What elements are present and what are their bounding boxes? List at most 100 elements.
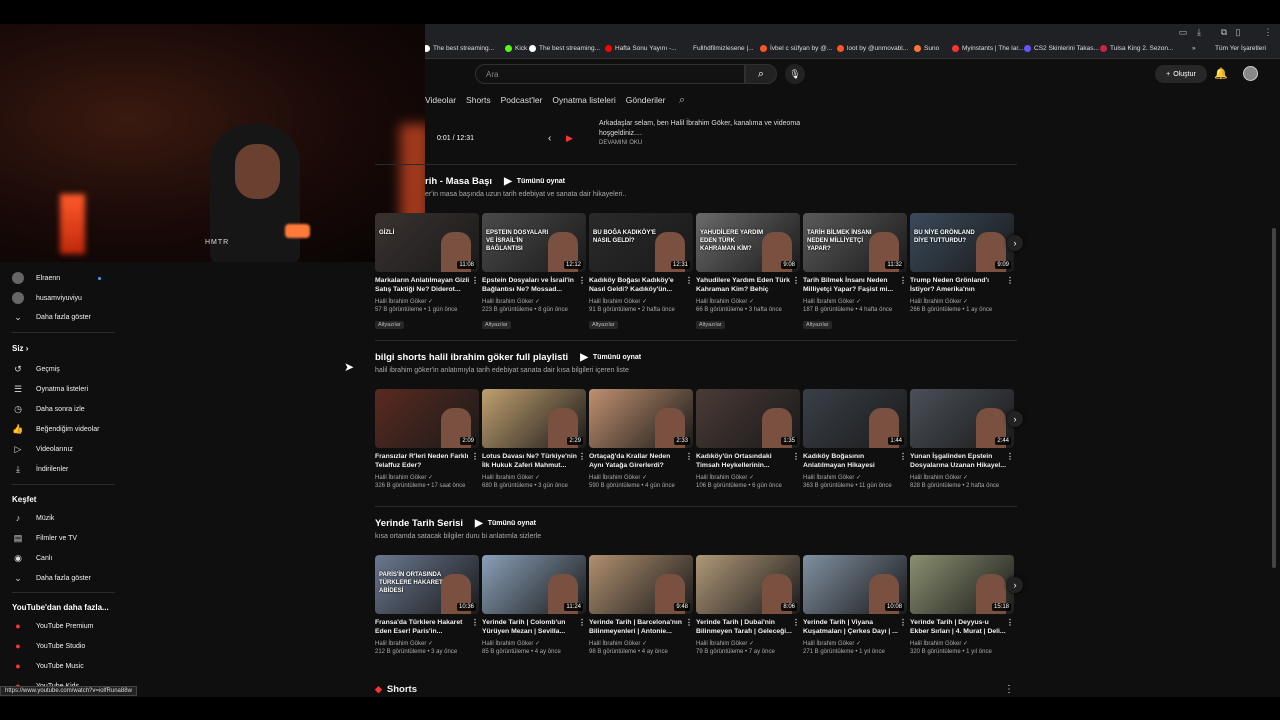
channel-name[interactable]: Halil İbrahim Göker ✓ <box>696 640 800 647</box>
more-options-icon[interactable]: ⋮ <box>792 276 800 285</box>
more-options-icon[interactable]: ⋮ <box>471 276 479 285</box>
more-options-icon[interactable]: ⋮ <box>1006 618 1014 627</box>
channel-name[interactable]: Halil İbrahim Göker ✓ <box>375 298 479 305</box>
more-options-icon[interactable]: ⋮ <box>471 452 479 461</box>
read-more-link[interactable]: DEVAMINI OKU <box>599 140 642 146</box>
video-title[interactable]: Yerinde Tarih | Dubai'nin Bilinmeyen Tar… <box>696 618 800 636</box>
channel-name[interactable]: Halil İbrahim Göker ✓ <box>803 474 907 481</box>
sidebar-item[interactable]: ▷ Videolarınız <box>12 444 73 455</box>
video-card[interactable]: TARİH BİLMEK İNSANI NEDEN MİLLİYETÇİ YAP… <box>803 213 907 331</box>
shelf-title-text[interactable]: rih - Masa Başı <box>425 176 492 187</box>
video-thumbnail[interactable]: BU BOĞA KADIKÖY'E NASIL GELDİ? 12:31 <box>589 213 693 272</box>
more-options-icon[interactable]: ⋮ <box>578 276 586 285</box>
video-card[interactable]: PARİS'İN ORTASINDA TÜRKLERE HAKARET ABİD… <box>375 555 479 655</box>
search-input[interactable]: Ara <box>475 64 745 84</box>
sidebar-item[interactable]: ▤ Filmler ve TV <box>12 533 77 544</box>
video-card[interactable]: 1:35 Kadıköy'ün Ortasındaki Timsah Heykel… <box>696 389 800 489</box>
video-card[interactable]: 2:44 Yunan İşgalinden Epstein Dosyalarına… <box>910 389 1014 489</box>
sidebar-item[interactable]: ◉ Canlı <box>12 553 52 564</box>
extensions-icon[interactable]: ⧉ <box>1219 27 1229 37</box>
video-card[interactable]: 2:09 Fransızlar R'leri Neden Farklı Telaf… <box>375 389 479 489</box>
video-title[interactable]: Tarih Bilmek İnsanı Neden Milliyetçi Yap… <box>803 276 907 294</box>
channel-tab[interactable]: Gönderiler <box>626 95 666 105</box>
chevron-left-icon[interactable]: ‹ <box>548 133 551 144</box>
sidebar-item[interactable]: ♪ Müzik <box>12 513 55 523</box>
video-thumbnail[interactable]: YAHUDİLERE YARDIM EDEN TÜRK KAHRAMAN KİM… <box>696 213 800 272</box>
more-options-icon[interactable]: ⋮ <box>578 618 586 627</box>
channel-name[interactable]: Halil İbrahim Göker ✓ <box>696 298 800 305</box>
video-title[interactable]: Trump Neden Grönland'ı İstiyor? Amerika'… <box>910 276 1014 294</box>
video-thumbnail[interactable]: 2:29 <box>482 389 586 448</box>
sidebar-item[interactable]: ● YouTube Premium <box>12 621 93 631</box>
channel-name[interactable]: Halil İbrahim Göker ✓ <box>589 474 693 481</box>
play-all-button[interactable]: ▶ Tümünü oynat <box>504 176 565 187</box>
more-options-icon[interactable]: ⋮ <box>685 452 693 461</box>
video-title[interactable]: Yerinde Tarih | Deyyus-u Ekber Sırları |… <box>910 618 1014 636</box>
video-thumbnail[interactable]: 2:33 <box>589 389 693 448</box>
video-thumbnail[interactable]: 10:08 <box>803 555 907 614</box>
bookmark-item[interactable]: Kick <box>505 45 527 52</box>
cast-icon[interactable]: ▭ <box>1178 27 1188 37</box>
shelf-title-text[interactable]: Yerinde Tarih Serisi <box>375 518 463 529</box>
channel-name[interactable]: Halil İbrahim Göker ✓ <box>910 474 1014 481</box>
video-title[interactable]: Epstein Dosyaları ve İsrail'in Bağlantıs… <box>482 276 586 294</box>
sidebar-item[interactable]: ☰ Oynatma listeleri <box>12 384 88 395</box>
video-title[interactable]: Yahudilere Yardım Eden Türk Kahraman Kim… <box>696 276 800 294</box>
avatar[interactable] <box>1243 66 1258 81</box>
channel-name[interactable]: Halil İbrahim Göker ✓ <box>803 640 907 647</box>
channel-search-icon[interactable]: ⌕ <box>679 94 685 107</box>
bookmark-item[interactable]: Tulsa King 2. Sezon... <box>1100 45 1173 52</box>
channel-name[interactable]: Halil İbrahim Göker ✓ <box>375 474 479 481</box>
video-title[interactable]: Fransa'da Türklere Hakaret Eden Eser! Pa… <box>375 618 479 636</box>
video-card[interactable]: 10:08 Yerinde Tarih | Viyana Kuşatmaları … <box>803 555 907 655</box>
channel-name[interactable]: Halil İbrahim Göker ✓ <box>482 298 586 305</box>
shelf-title-text[interactable]: bilgi shorts halil ibrahim göker full pl… <box>375 352 568 363</box>
channel-name[interactable]: Halil İbrahim Göker ✓ <box>696 474 800 481</box>
video-thumbnail[interactable]: 8:06 <box>696 555 800 614</box>
video-title[interactable]: Kadıköy'ün Ortasındaki Timsah Heykelleri… <box>696 452 800 470</box>
scrollbar[interactable] <box>1272 228 1276 568</box>
video-thumbnail[interactable]: 2:09 <box>375 389 479 448</box>
channel-name[interactable]: Halil İbrahim Göker ✓ <box>589 298 693 305</box>
video-thumbnail[interactable]: BU NİYE GRÖNLAND DİYE TUTTURDU? 9:09 <box>910 213 1014 272</box>
channel-name[interactable]: Halil İbrahim Göker ✓ <box>910 640 1014 647</box>
bell-icon[interactable]: 🔔 <box>1214 67 1228 80</box>
video-card[interactable]: YAHUDİLERE YARDIM EDEN TÜRK KAHRAMAN KİM… <box>696 213 800 331</box>
bookmark-item[interactable]: Hafta Sonu Yayını -... <box>605 45 677 52</box>
video-title[interactable]: Fransızlar R'leri Neden Farklı Telaffuz … <box>375 452 479 470</box>
more-options-icon[interactable]: ⋮ <box>899 618 907 627</box>
more-options-icon[interactable]: ⋮ <box>1004 684 1014 695</box>
video-thumbnail[interactable]: 11:24 <box>482 555 586 614</box>
more-options-icon[interactable]: ⋮ <box>1006 452 1014 461</box>
video-card[interactable]: 2:33 Ortaçağ'da Krallar Neden Aynı Yatağa… <box>589 389 693 489</box>
sidebar-section-you[interactable]: Siz › <box>12 344 28 353</box>
sidebar-item[interactable]: ⤓ İndirilenler <box>12 464 68 475</box>
video-card[interactable]: 11:24 Yerinde Tarih | Colomb'un Yürüyen M… <box>482 555 586 655</box>
bookmark-item[interactable]: CS2 Skinlerini Takas... <box>1024 45 1099 52</box>
more-options-icon[interactable]: ⋮ <box>685 276 693 285</box>
video-card[interactable]: BU BOĞA KADIKÖY'E NASIL GELDİ? 12:31 Kadık… <box>589 213 693 331</box>
channel-tab[interactable]: Oynatma listeleri <box>552 95 615 105</box>
more-options-icon[interactable]: ⋮ <box>899 452 907 461</box>
bookmark-item[interactable]: Myinstants | The lar... <box>952 45 1024 52</box>
chevron-right-icon[interactable]: › <box>1007 577 1023 593</box>
video-card[interactable]: 1:44 Kadıköy Boğasının Anlatılmayan Hikay… <box>803 389 907 489</box>
channel-name[interactable]: Halil İbrahim Göker ✓ <box>375 640 479 647</box>
more-options-icon[interactable]: ⋮ <box>471 618 479 627</box>
voice-search-button[interactable]: 🎙 <box>785 64 805 84</box>
video-thumbnail[interactable]: TARİH BİLMEK İNSANI NEDEN MİLLİYETÇİ YAP… <box>803 213 907 272</box>
channel-name[interactable]: Halil İbrahim Göker ✓ <box>482 474 586 481</box>
bookmark-item[interactable]: The best streaming... <box>425 45 494 52</box>
more-options-icon[interactable]: ⋮ <box>792 618 800 627</box>
channel-tab[interactable]: Videolar <box>425 95 456 105</box>
video-title[interactable]: Kadıköy Boğası Kadıköy'e Nasıl Geldi? Ka… <box>589 276 693 294</box>
sidebar-item[interactable]: ● YouTube Studio <box>12 641 85 651</box>
channel-name[interactable]: Halil İbrahim Göker ✓ <box>910 298 1014 305</box>
video-thumbnail[interactable]: PARİS'İN ORTASINDA TÜRKLERE HAKARET ABİD… <box>375 555 479 614</box>
sidebar-item[interactable]: ⌄ Daha fazla göster <box>12 573 91 584</box>
more-options-icon[interactable]: ⋮ <box>899 276 907 285</box>
video-card[interactable]: GİZLİ 11:08 Markaların Anlatılmayan Gizli … <box>375 213 479 331</box>
video-card[interactable]: 2:29 Lotus Davası Ne? Türkiye'nin İlk Huk… <box>482 389 586 489</box>
download-icon[interactable]: ⤓ <box>1194 27 1204 37</box>
chevron-right-icon[interactable]: › <box>1007 411 1023 427</box>
